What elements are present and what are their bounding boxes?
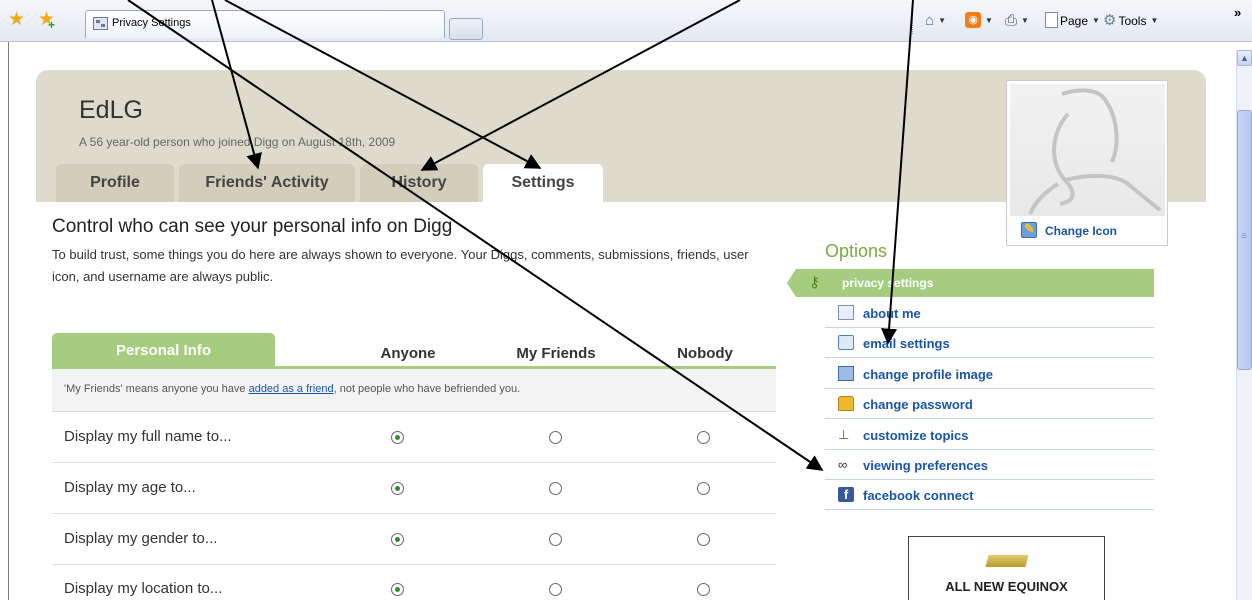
print-button[interactable]: ⎙ ▼ — [1005, 12, 1029, 30]
radio-my-friends[interactable] — [549, 431, 562, 444]
personal-info-tab[interactable]: Personal Info — [52, 333, 275, 367]
option-label: about me — [863, 306, 921, 321]
browser-tab-title: Privacy Settings — [112, 17, 191, 29]
scroll-up-arrow-icon[interactable]: ▲ — [1237, 50, 1252, 66]
option-facebook-connect[interactable]: f facebook connect — [825, 480, 1154, 510]
row-label: Display my gender to... — [64, 530, 218, 547]
tab-history[interactable]: History — [360, 164, 478, 202]
scroll-thumb[interactable] — [1237, 110, 1252, 370]
radio-my-friends[interactable] — [549, 583, 562, 596]
option-label: facebook connect — [863, 488, 974, 503]
option-label: change password — [863, 397, 973, 412]
radio-nobody[interactable] — [697, 431, 710, 444]
radio-anyone[interactable] — [391, 482, 404, 495]
column-header-anyone: Anyone — [380, 345, 436, 362]
rss-icon: ◉ — [965, 12, 981, 28]
radio-anyone[interactable] — [391, 583, 404, 596]
favorites-star-icon[interactable]: ★ — [8, 10, 25, 30]
options-title: Options — [825, 241, 888, 261]
more-commands-chevron[interactable]: » — [1234, 4, 1241, 22]
image-icon — [838, 366, 854, 381]
radio-my-friends[interactable] — [549, 533, 562, 546]
privacy-row-location: Display my location to... — [52, 565, 776, 600]
add-favorite-icon[interactable]: ★ + — [38, 10, 55, 33]
privacy-row-gender: Display my gender to... — [52, 515, 776, 565]
privacy-row-age: Display my age to... — [52, 464, 776, 514]
profile-username: EdLG — [79, 96, 143, 124]
column-header-nobody: Nobody — [677, 345, 733, 362]
option-label: customize topics — [863, 428, 969, 443]
option-email-settings[interactable]: email settings — [825, 328, 1154, 358]
edit-picture-icon — [1021, 221, 1037, 238]
key-icon: ⚷ — [809, 274, 820, 291]
option-viewing-preferences[interactable]: ∞ viewing preferences — [825, 450, 1154, 480]
tab-profile[interactable]: Profile — [56, 164, 174, 202]
advertisement[interactable]: ALL NEW EQUINOX — [908, 536, 1105, 600]
note-text: 'My Friends' means anyone you have — [64, 383, 249, 395]
intro-text: To build trust, some things you do here … — [52, 247, 749, 284]
radio-nobody[interactable] — [697, 583, 710, 596]
chevrolet-logo-icon — [985, 555, 1029, 567]
lock-icon — [838, 396, 854, 411]
note-text-end: , not people who have befriended you. — [333, 383, 521, 395]
option-privacy-settings[interactable]: ⚷ privacy settings — [787, 269, 1154, 297]
browser-toolbar: ★ ★ + Privacy Settings ⌂ ▼ ◉ ▼ ⎙ ▼ Page ▼ ⚙ To… — [0, 0, 1252, 42]
row-label: Display my location to... — [64, 580, 223, 597]
avatar-card: Change Icon — [1006, 80, 1168, 246]
change-icon-link[interactable]: Change Icon — [1021, 221, 1118, 238]
option-change-password[interactable]: change password — [825, 389, 1154, 419]
option-label: privacy settings — [842, 276, 934, 290]
binoculars-icon: ∞ — [838, 457, 848, 472]
table-note: 'My Friends' means anyone you have added… — [52, 369, 776, 412]
toolbar-separator — [912, 10, 914, 34]
option-label: email settings — [863, 336, 950, 351]
avatar — [1010, 84, 1165, 216]
radio-my-friends[interactable] — [549, 482, 562, 495]
option-about-me[interactable]: about me — [825, 298, 1154, 328]
radio-nobody[interactable] — [697, 533, 710, 546]
added-as-friend-link[interactable]: added as a friend — [249, 383, 334, 395]
printer-icon: ⎙ — [1005, 12, 1018, 29]
ad-text: ALL NEW EQUINOX — [945, 579, 1068, 594]
page-menu-button[interactable]: Page ▼ — [1045, 12, 1100, 30]
page-menu-label: Page — [1060, 14, 1089, 28]
row-label: Display my full name to... — [64, 428, 232, 445]
vertical-scrollbar[interactable]: ▲ — [1236, 50, 1252, 600]
envelope-icon — [838, 335, 854, 350]
browser-tab-privacy-settings[interactable]: Privacy Settings — [85, 10, 445, 38]
tools-menu-label: Tools — [1118, 14, 1147, 28]
feeds-button[interactable]: ◉ ▼ — [965, 12, 993, 30]
change-icon-label: Change Icon — [1045, 224, 1118, 238]
option-change-profile-image[interactable]: change profile image — [825, 359, 1154, 389]
sitemap-icon: ⊥ — [838, 427, 850, 442]
profile-subtitle: A 56 year-old person who joined Digg on … — [79, 135, 396, 149]
option-label: viewing preferences — [863, 458, 988, 473]
privacy-row-full-name: Display my full name to... — [52, 413, 776, 463]
option-customize-topics[interactable]: ⊥ customize topics — [825, 420, 1154, 450]
gear-icon: ⚙ — [1103, 12, 1117, 29]
page-icon — [1045, 12, 1058, 28]
home-button[interactable]: ⌂ ▼ — [925, 12, 946, 30]
column-header-my-friends: My Friends — [516, 345, 596, 362]
radio-nobody[interactable] — [697, 482, 710, 495]
tools-menu-button[interactable]: ⚙ Tools ▼ — [1103, 12, 1158, 30]
tab-friends-activity[interactable]: Friends' Activity — [179, 164, 355, 202]
radio-anyone[interactable] — [391, 431, 404, 444]
home-icon: ⌂ — [925, 12, 935, 29]
page-title: Control who can see your personal info o… — [52, 216, 453, 237]
radio-anyone[interactable] — [391, 533, 404, 546]
page-icon — [93, 17, 108, 30]
id-card-icon — [838, 305, 854, 320]
tab-settings[interactable]: Settings — [483, 164, 603, 202]
facebook-icon: f — [838, 487, 854, 502]
row-label: Display my age to... — [64, 479, 196, 496]
new-tab-button[interactable] — [449, 18, 483, 40]
option-label: change profile image — [863, 367, 994, 382]
